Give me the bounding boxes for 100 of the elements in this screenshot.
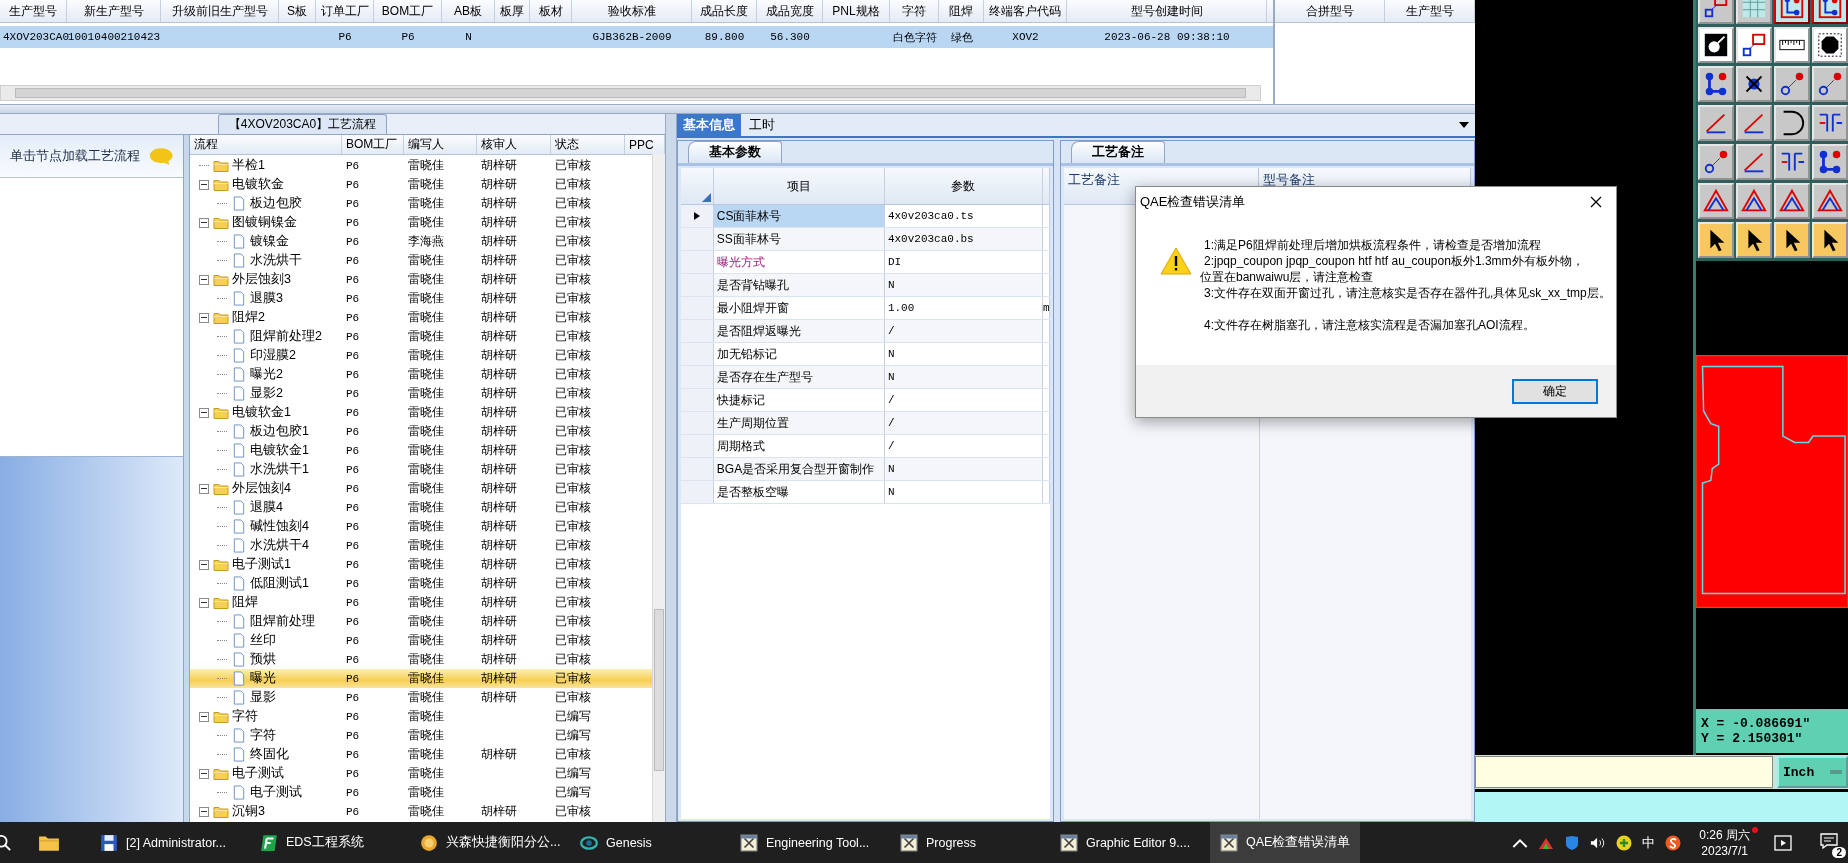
- tree-row[interactable]: 半检1 P6 雷晓佳 胡梓研 已审核: [190, 156, 652, 175]
- plus-icon[interactable]: [1616, 834, 1633, 851]
- search-icon[interactable]: [0, 833, 12, 852]
- tree-row[interactable]: 低阻测试1 P6 雷晓佳 胡梓研 已审核: [190, 574, 652, 593]
- tree-row[interactable]: 退膜4 P6 雷晓佳 胡梓研 已审核: [190, 498, 652, 517]
- tree-row[interactable]: 阻焊前处理 P6 雷晓佳 胡梓研 已审核: [190, 612, 652, 631]
- tree-row[interactable]: 预烘 P6 雷晓佳 胡梓研 已审核: [190, 650, 652, 669]
- tree-row[interactable]: 显影2 P6 雷晓佳 胡梓研 已审核: [190, 384, 652, 403]
- tab[interactable]: 基本信息: [677, 114, 741, 136]
- tree-row[interactable]: 水洗烘干 P6 雷晓佳 胡梓研 已审核: [190, 251, 652, 270]
- table-cell[interactable]: CS面菲林号: [713, 205, 885, 227]
- column-header[interactable]: 参数: [884, 168, 1044, 204]
- row-header[interactable]: [681, 205, 714, 227]
- column-header[interactable]: 验收标准: [572, 0, 692, 22]
- tree-row[interactable]: 电镀软金1 P6 雷晓佳 胡梓研 已审核: [190, 403, 652, 422]
- taskbar-button[interactable]: Graphic Editor 9....: [1050, 822, 1200, 863]
- unit-dropdown[interactable]: Inch: [1777, 756, 1848, 789]
- tree-row[interactable]: 镀镍金 P6 李海燕 胡梓研 已审核: [190, 232, 652, 251]
- tree-row[interactable]: 丝印 P6 雷晓佳 胡梓研 已审核: [190, 631, 652, 650]
- column-header[interactable]: 订单工厂: [316, 0, 374, 22]
- tree-row[interactable]: 外层蚀刻4 P6 雷晓佳 胡梓研 已审核: [190, 479, 652, 498]
- column-header[interactable]: 成品宽度: [757, 0, 823, 22]
- taskbar-button[interactable]: QAE检查错误清单: [1210, 822, 1360, 863]
- taskbar-button[interactable]: Engineering Tool...: [730, 822, 880, 863]
- tree-row[interactable]: 字符 P6 雷晓佳 已编写: [190, 707, 652, 726]
- tree-row[interactable]: 板边包胶 P6 雷晓佳 胡梓研 已审核: [190, 194, 652, 213]
- shield-icon[interactable]: [1564, 834, 1581, 851]
- tree-row[interactable]: 电子测试 P6 雷晓佳 已编写: [190, 783, 652, 802]
- table-cell[interactable]: 是否背钻曝孔: [713, 274, 885, 296]
- table-cell[interactable]: 是否整板空曝: [713, 481, 885, 503]
- column-header[interactable]: 升级前旧生产型号: [161, 0, 279, 22]
- column-header[interactable]: 板材: [530, 0, 572, 22]
- table-cell[interactable]: 周期格式: [713, 435, 885, 457]
- tree-row[interactable]: 水洗烘干4 P6 雷晓佳 胡梓研 已审核: [190, 536, 652, 555]
- tree-row[interactable]: 外层蚀刻3 P6 雷晓佳 胡梓研 已审核: [190, 270, 652, 289]
- tree-row[interactable]: 阻焊 P6 雷晓佳 胡梓研 已审核: [190, 593, 652, 612]
- column-header[interactable]: 项目: [713, 168, 885, 204]
- column-header[interactable]: 新生产型号: [67, 0, 161, 22]
- tree-row[interactable]: 退膜3 P6 雷晓佳 胡梓研 已审核: [190, 289, 652, 308]
- table-cell[interactable]: 是否阻焊返曝光: [713, 320, 885, 342]
- tree-row[interactable]: 显影 P6 雷晓佳 胡梓研 已审核: [190, 688, 652, 707]
- table-cell[interactable]: SS面菲林号: [713, 228, 885, 250]
- tab[interactable]: 工艺备注: [1071, 141, 1165, 163]
- collapse-icon[interactable]: [199, 597, 209, 608]
- table-cell[interactable]: 是否存在生产型号: [713, 366, 885, 388]
- horizontal-scrollbar[interactable]: [0, 85, 1261, 101]
- tree-row[interactable]: 电子测试1 P6 雷晓佳 胡梓研 已审核: [190, 555, 652, 574]
- column-header[interactable]: 生产型号: [0, 0, 67, 22]
- clock-time[interactable]: 0:26 周六: [1699, 826, 1750, 843]
- taskbar-button[interactable]: Progress: [890, 822, 1040, 863]
- column-header[interactable]: 状态: [551, 135, 625, 154]
- tree-row[interactable]: 碱性蚀刻4 P6 雷晓佳 胡梓研 已审核: [190, 517, 652, 536]
- column-header[interactable]: BOM工厂: [342, 135, 404, 154]
- column-header[interactable]: 核审人: [477, 135, 551, 154]
- play-icon[interactable]: [1774, 834, 1792, 851]
- taskbar-button[interactable]: Genesis: [570, 822, 720, 863]
- tree-row[interactable]: 板边包胶1 P6 雷晓佳 胡梓研 已审核: [190, 422, 652, 441]
- column-header[interactable]: 流程: [190, 135, 342, 154]
- column-header[interactable]: 字符: [890, 0, 939, 22]
- column-header[interactable]: S板: [279, 0, 316, 22]
- collapse-icon[interactable]: [199, 559, 209, 570]
- column-header[interactable]: 型号创建时间: [1067, 0, 1267, 22]
- collapse-icon[interactable]: [199, 179, 209, 190]
- collapse-icon[interactable]: [199, 217, 209, 228]
- collapse-icon[interactable]: [199, 768, 209, 779]
- column-header[interactable]: PNL规格: [823, 0, 890, 22]
- ime-icon[interactable]: [1665, 834, 1682, 851]
- table-cell[interactable]: 最小阻焊开窗: [713, 297, 885, 319]
- ok-button[interactable]: 确定: [1512, 378, 1598, 404]
- tree-row[interactable]: 字符 P6 雷晓佳 已编写: [190, 726, 652, 745]
- tree-row[interactable]: 电镀软金 P6 雷晓佳 胡梓研 已审核: [190, 175, 652, 194]
- table-cell[interactable]: 快捷标记: [713, 389, 885, 411]
- tree-row[interactable]: 曝光2 P6 雷晓佳 胡梓研 已审核: [190, 365, 652, 384]
- column-header[interactable]: 编写人: [404, 135, 477, 154]
- tree-row[interactable]: 水洗烘干1 P6 雷晓佳 胡梓研 已审核: [190, 460, 652, 479]
- column-header[interactable]: 合拼型号: [1275, 0, 1385, 22]
- collapse-icon[interactable]: [199, 483, 209, 494]
- collapse-icon[interactable]: [199, 806, 209, 817]
- folder-icon[interactable]: [38, 833, 60, 852]
- collapse-icon[interactable]: [199, 407, 209, 418]
- table-cell[interactable]: 加无铅标记: [713, 343, 885, 365]
- dropdown-icon[interactable]: [1459, 122, 1469, 128]
- tree-row[interactable]: 曝光 P6 雷晓佳 胡梓研 已审核: [190, 669, 652, 688]
- column-header[interactable]: BOM工厂: [374, 0, 442, 22]
- tree-row[interactable]: 印湿膜2 P6 雷晓佳 胡梓研 已审核: [190, 346, 652, 365]
- column-header[interactable]: 终端客户代码: [984, 0, 1067, 22]
- taskbar-button[interactable]: [2] Administrator...: [90, 822, 240, 863]
- column-header[interactable]: 成品长度: [692, 0, 757, 22]
- table-cell[interactable]: 曝光方式: [713, 251, 885, 273]
- taskbar-button[interactable]: 兴森快捷衡阳分公...: [410, 822, 560, 863]
- tree-row[interactable]: 终固化 P6 雷晓佳 胡梓研 已审核: [190, 745, 652, 764]
- notification-icon[interactable]: [1820, 833, 1838, 849]
- command-field[interactable]: [1475, 756, 1773, 789]
- collapse-icon[interactable]: [199, 711, 209, 722]
- tree-row[interactable]: 电镀软金1 P6 雷晓佳 胡梓研 已审核: [190, 441, 652, 460]
- tree-row[interactable]: 阻焊2 P6 雷晓佳 胡梓研 已审核: [190, 308, 652, 327]
- tree-row[interactable]: 阻焊前处理2 P6 雷晓佳 胡梓研 已审核: [190, 327, 652, 346]
- column-header[interactable]: 阻焊: [939, 0, 984, 22]
- input-method-indicator[interactable]: 中: [1642, 833, 1656, 852]
- clock-date[interactable]: 2023/7/1: [1701, 842, 1748, 859]
